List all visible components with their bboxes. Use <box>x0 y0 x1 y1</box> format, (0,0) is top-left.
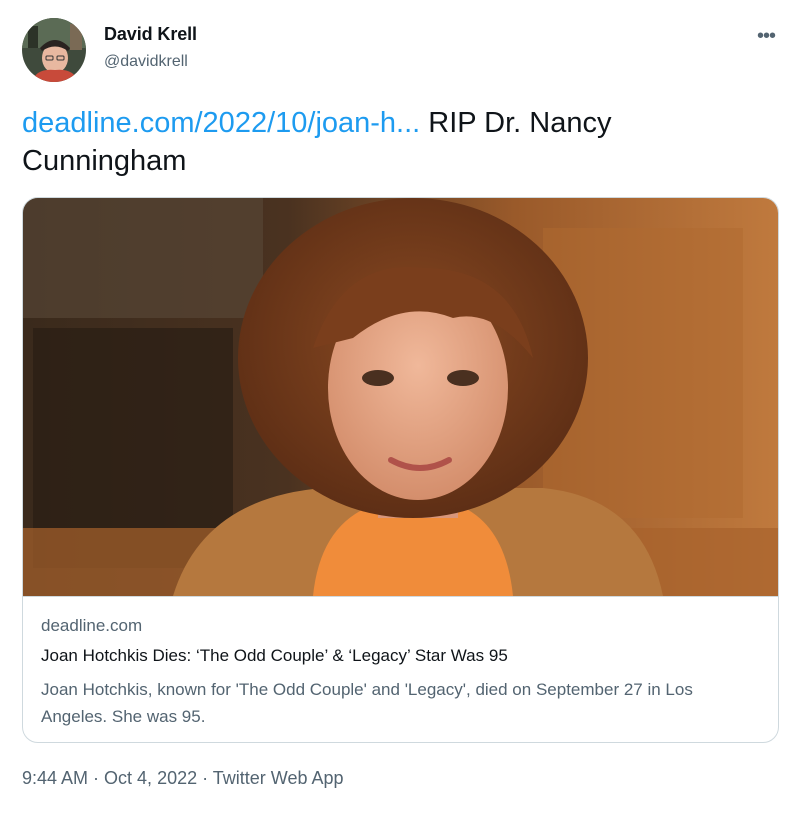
tweet: David Krell @davidkrell ••• deadline.com… <box>0 0 800 813</box>
tweet-time[interactable]: 9:44 AM <box>22 768 88 788</box>
more-options-button[interactable]: ••• <box>752 22 780 50</box>
meta-separator: · <box>197 768 213 788</box>
link-preview-card[interactable]: deadline.com Joan Hotchkis Dies: ‘The Od… <box>22 197 779 743</box>
card-image[interactable] <box>23 198 778 596</box>
tweet-source[interactable]: Twitter Web App <box>213 768 344 788</box>
meta-separator: · <box>88 768 105 788</box>
card-description: Joan Hotchkis, known for 'The Odd Couple… <box>41 680 693 726</box>
card-title: Joan Hotchkis Dies: ‘The Odd Couple’ & ‘… <box>41 646 508 665</box>
card-divider <box>23 596 778 597</box>
card-domain: deadline.com <box>41 616 143 635</box>
display-name[interactable]: David Krell <box>104 24 197 45</box>
card-photo <box>23 198 778 596</box>
tweet-link[interactable]: deadline.com/2022/10/joan-h... <box>22 107 420 139</box>
user-handle[interactable]: @davidkrell <box>104 53 188 71</box>
more-horizontal-icon: ••• <box>756 25 776 47</box>
tweet-text: deadline.com/2022/10/joan-h... RIP Dr. N… <box>22 104 762 180</box>
tweet-meta: 9:44 AM · Oct 4, 2022 · Twitter Web App <box>22 768 344 789</box>
avatar[interactable] <box>22 18 86 82</box>
tweet-date[interactable]: Oct 4, 2022 <box>104 768 197 788</box>
avatar-image <box>22 18 86 82</box>
